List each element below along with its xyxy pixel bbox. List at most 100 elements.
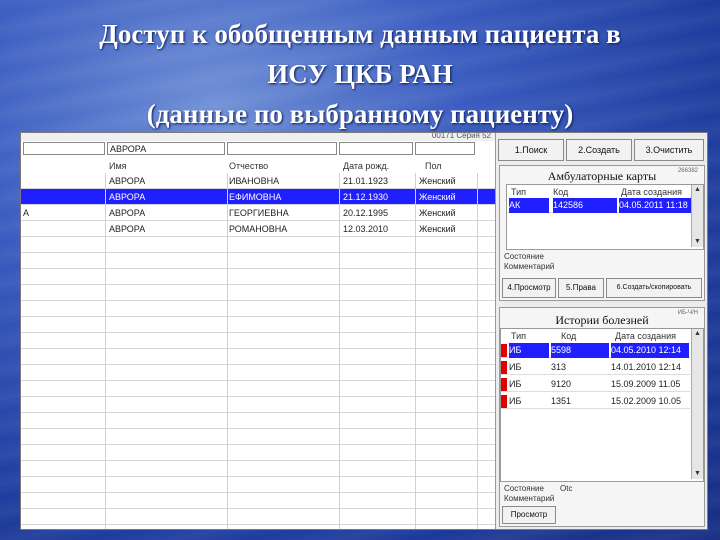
slide-title: Доступ к обобщенным данным пациента в ИС…	[0, 14, 720, 134]
table-row[interactable]	[21, 397, 495, 413]
amb-cards-title: Амбулаторные карты	[547, 169, 657, 183]
table-row[interactable]	[21, 381, 495, 397]
alert-marker	[501, 378, 507, 391]
clear-button[interactable]: 3.Очистить	[634, 139, 704, 161]
list-item[interactable]: ИБ 5598 04.05.2010 12:14	[501, 343, 690, 358]
amb-cell-code: 142586	[553, 198, 617, 213]
hist-comment-label: Комментарий	[504, 494, 555, 503]
hist-cell-date: 14.01.2010 12:14	[611, 362, 682, 372]
table-row[interactable]	[21, 237, 495, 253]
table-row[interactable]	[21, 445, 495, 461]
cell-mark: А	[23, 208, 30, 218]
grid-divider	[415, 173, 416, 529]
amb-copy-button[interactable]: 6.Создать/скопировать	[606, 278, 702, 298]
table-row[interactable]	[21, 253, 495, 269]
hist-cell-code: 1351	[551, 396, 572, 406]
table-row[interactable]	[21, 493, 495, 509]
amb-cards-panel: Амбулаторные карты 266382 Тип Код Дата с…	[499, 165, 705, 301]
cell-mark	[23, 221, 83, 237]
amb-state-label: Состояние	[504, 252, 544, 261]
hist-view-button[interactable]: Просмотр	[502, 506, 556, 524]
list-item[interactable]: ИБ 1351 15.02.2009 10.05	[501, 394, 690, 409]
surname-filter-input[interactable]	[23, 142, 105, 155]
table-row[interactable]	[21, 509, 495, 525]
hist-cell-date: 04.05.2010 12:14	[611, 343, 689, 358]
cell-patronymic: ИВАНОВНА	[229, 176, 280, 186]
grid-divider	[227, 173, 228, 529]
table-row[interactable]: А АВРОРА ГЕОРГИЕВНА 20.12.1995 Женский	[21, 205, 495, 221]
hist-col-type: Тип	[511, 331, 527, 341]
col-sex-header[interactable]: Пол	[425, 160, 442, 172]
list-item[interactable]: ИБ 9120 15.09.2009 11.05	[501, 377, 690, 392]
cell-dob: 20.12.1995	[343, 208, 389, 218]
list-item[interactable]: ИБ 313 14.01.2010 12:14	[501, 360, 690, 375]
table-row[interactable]	[21, 461, 495, 477]
grid-divider	[339, 173, 340, 529]
hist-cell-type: ИБ	[509, 396, 522, 406]
amb-col-date: Дата создания	[621, 187, 682, 197]
amb-scrollbar[interactable]: ▲ ▼	[691, 185, 703, 247]
col-dob-header[interactable]: Дата рожд.	[343, 160, 389, 172]
table-row[interactable]	[21, 333, 495, 349]
hist-cell-date: 15.09.2009 11.05	[611, 379, 681, 389]
list-item[interactable]: АК 142586 04.05.2011 11:18	[507, 198, 691, 213]
scroll-up-icon[interactable]: ▲	[692, 185, 703, 195]
table-row[interactable]: АВРОРА ИВАНОВНА 21.01.1923 Женский	[21, 173, 495, 189]
hist-cell-code: 313	[551, 362, 567, 372]
scroll-down-icon[interactable]: ▼	[692, 237, 703, 247]
table-row[interactable]	[21, 429, 495, 445]
patient-list-panel: 00171 Серия 52 АВРОРА Имя Отчество Дата …	[21, 133, 496, 529]
alert-marker	[501, 344, 507, 357]
create-button[interactable]: 2.Создать	[566, 139, 632, 161]
hist-state-label: Состояние	[504, 484, 544, 493]
scroll-up-icon[interactable]: ▲	[692, 329, 703, 339]
hist-corner-code: ИБ-Ч/Н	[677, 310, 698, 316]
alert-marker	[501, 395, 507, 408]
title-line-3: (данные по выбранному пациенту)	[146, 99, 574, 129]
table-row[interactable]	[21, 365, 495, 381]
amb-cell-date: 04.05.2011 11:18	[619, 198, 691, 213]
amb-col-type: Тип	[511, 187, 527, 197]
search-button[interactable]: 1.Поиск	[498, 139, 564, 161]
hist-scrollbar[interactable]: ▲ ▼	[691, 329, 703, 479]
cell-dob: 12.03.2010	[343, 224, 389, 234]
amb-corner-code: 266382	[677, 168, 698, 174]
table-row[interactable]: АВРОРА РОМАНОВНА 12.03.2010 Женский	[21, 221, 495, 237]
patronymic-filter-input[interactable]	[227, 142, 337, 155]
cell-mark	[23, 189, 83, 205]
dob-filter-input[interactable]	[339, 142, 413, 155]
col-name-header[interactable]: Имя	[109, 160, 127, 172]
cell-name: АВРОРА	[109, 176, 146, 186]
table-row[interactable]: АВРОРА ЕФИМОВНА 21.12.1930 Женский	[21, 189, 495, 205]
histories-panel: Истории болезней ИБ-Ч/Н Тип Код Дата соз…	[499, 307, 705, 527]
app-window: 00171 Серия 52 АВРОРА Имя Отчество Дата …	[20, 132, 708, 530]
amb-view-button[interactable]: 4.Просмотр	[502, 278, 556, 298]
cell-dob: 21.12.1930	[343, 192, 389, 202]
col-patronymic-header[interactable]: Отчество	[229, 160, 268, 172]
table-row[interactable]	[21, 349, 495, 365]
cell-dob: 21.01.1923	[343, 176, 389, 186]
sex-filter-input[interactable]	[415, 142, 475, 155]
cell-mark	[23, 173, 83, 189]
hist-col-code: Код	[561, 331, 577, 341]
table-row[interactable]	[21, 317, 495, 333]
table-row[interactable]	[21, 301, 495, 317]
top-caption: 00171 Серия 52	[431, 132, 491, 140]
scroll-down-icon[interactable]: ▼	[692, 469, 703, 479]
cell-sex: Женский	[419, 176, 456, 186]
amb-rights-button[interactable]: 5.Права	[558, 278, 604, 298]
table-row[interactable]	[21, 413, 495, 429]
hist-cell-type: ИБ	[509, 362, 522, 372]
name-filter-input[interactable]: АВРОРА	[107, 142, 225, 155]
amb-col-code: Код	[553, 187, 569, 197]
cell-patronymic: РОМАНОВНА	[229, 224, 288, 234]
hist-col-date: Дата создания	[615, 331, 676, 341]
hist-cell-type: ИБ	[509, 343, 549, 358]
cell-name: АВРОРА	[109, 192, 146, 202]
table-row[interactable]	[21, 477, 495, 493]
table-row[interactable]	[21, 285, 495, 301]
histories-title: Истории болезней	[555, 313, 649, 327]
table-row[interactable]	[21, 269, 495, 285]
title-line-1: Доступ к обобщенным данным пациента в	[99, 19, 621, 49]
hist-cell-date: 15.02.2009 10.05	[611, 396, 682, 406]
